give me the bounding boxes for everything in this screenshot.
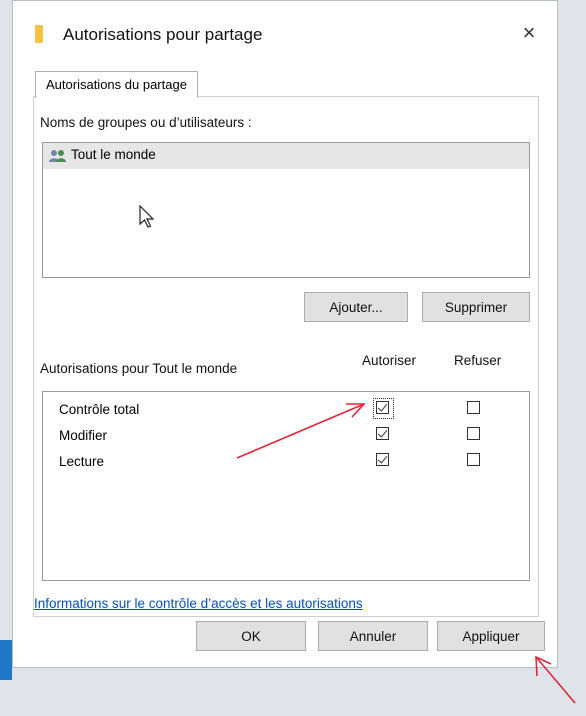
list-item-label: Tout le monde [71, 147, 156, 162]
permission-name: Modifier [59, 428, 108, 443]
permission-row-modify: Modifier [43, 424, 529, 450]
remove-button[interactable]: Supprimer [422, 292, 530, 322]
access-control-help-link[interactable]: Informations sur le contrôle d’accès et … [34, 596, 363, 611]
deny-full-control-checkbox[interactable] [467, 401, 480, 414]
folder-icon [35, 25, 43, 43]
permission-row-read: Lecture [43, 450, 529, 476]
permissions-list: Contrôle total Modifier Lecture [42, 391, 530, 581]
ok-button[interactable]: OK [196, 621, 306, 651]
deny-column-header: Refuser [454, 353, 502, 368]
allow-column-header: Autoriser [362, 353, 417, 368]
allow-read-checkbox[interactable] [376, 453, 389, 466]
tab-share-permissions[interactable]: Autorisations du partage [35, 71, 198, 98]
share-permissions-panel: Noms de groupes ou d’utilisateurs : Tout… [33, 96, 539, 617]
allow-full-control-checkbox[interactable] [376, 401, 389, 414]
deny-read-checkbox[interactable] [467, 453, 480, 466]
add-button[interactable]: Ajouter... [304, 292, 408, 322]
permissions-label: Autorisations pour Tout le monde [40, 361, 238, 376]
permissions-dialog: Autorisations pour partage × Autorisatio… [12, 0, 558, 668]
users-icon [49, 150, 66, 162]
list-item[interactable]: Tout le monde [43, 143, 529, 169]
allow-modify-checkbox[interactable] [376, 427, 389, 440]
groups-label: Noms de groupes ou d’utilisateurs : [40, 115, 252, 130]
mouse-cursor-icon [139, 205, 155, 228]
cancel-button[interactable]: Annuler [318, 621, 428, 651]
permission-name: Lecture [59, 454, 105, 469]
close-button[interactable]: × [517, 21, 541, 45]
taskbar-accent [0, 640, 12, 680]
permission-row-full-control: Contrôle total [43, 398, 529, 424]
apply-button[interactable]: Appliquer [437, 621, 545, 651]
title-bar: Autorisations pour partage × [13, 15, 557, 55]
deny-modify-checkbox[interactable] [467, 427, 480, 440]
window-title: Autorisations pour partage [63, 25, 263, 44]
groups-listbox[interactable]: Tout le monde [42, 142, 530, 278]
permission-name: Contrôle total [59, 402, 140, 417]
